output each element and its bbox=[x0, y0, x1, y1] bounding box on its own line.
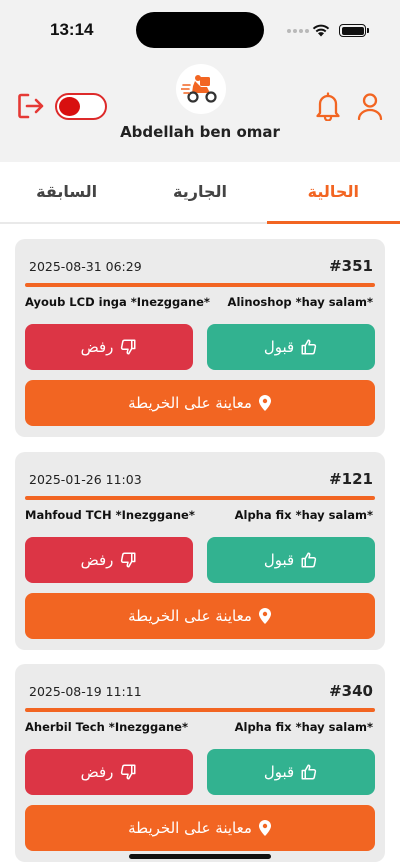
thumbs-up-icon bbox=[301, 339, 317, 355]
reject-label: رفض bbox=[80, 338, 114, 356]
tab-previous[interactable]: السابقة bbox=[0, 162, 133, 222]
view-on-map-button[interactable]: معاينة على الخريطة bbox=[25, 805, 375, 851]
order-id: #340 bbox=[329, 682, 373, 700]
map-label: معاينة على الخريطة bbox=[128, 607, 252, 625]
status-bar: 13:14 bbox=[0, 0, 400, 56]
reject-button[interactable]: رفض bbox=[25, 749, 193, 795]
thumbs-down-icon bbox=[121, 552, 136, 568]
card-divider bbox=[25, 283, 375, 287]
accept-label: قبول bbox=[263, 338, 295, 356]
dynamic-island bbox=[136, 12, 264, 48]
reject-button[interactable]: رفض bbox=[25, 537, 193, 583]
logout-icon[interactable] bbox=[16, 91, 46, 121]
reject-button[interactable]: رفض bbox=[25, 324, 193, 370]
username: Abdellah ben omar bbox=[120, 123, 280, 141]
pickup-location: Mahfoud TCH *Inezggane* bbox=[25, 508, 195, 522]
order-card: 2025-01-26 11:03 #121 Mahfoud TCH *Inezg… bbox=[15, 452, 385, 650]
view-on-map-button[interactable]: معاينة على الخريطة bbox=[25, 380, 375, 426]
dropoff-location: Alinoshop *hay salam* bbox=[227, 295, 373, 309]
bell-icon[interactable] bbox=[314, 91, 342, 121]
signal-icon bbox=[287, 29, 309, 33]
thumbs-up-icon bbox=[301, 764, 317, 780]
map-label: معاينة على الخريطة bbox=[128, 394, 252, 412]
home-indicator[interactable] bbox=[129, 854, 271, 859]
tab-current[interactable]: الحالية bbox=[266, 162, 400, 224]
order-date: 2025-01-26 11:03 bbox=[29, 472, 142, 487]
map-pin-icon bbox=[258, 820, 271, 836]
card-divider bbox=[25, 496, 375, 500]
accept-label: قبول bbox=[263, 551, 295, 569]
orders-list: 2025-08-31 06:29 #351 Ayoub LCD inga *In… bbox=[0, 224, 400, 867]
wifi-icon bbox=[312, 24, 330, 37]
toggle-knob bbox=[59, 97, 80, 116]
view-on-map-button[interactable]: معاينة على الخريطة bbox=[25, 593, 375, 639]
map-label: معاينة على الخريطة bbox=[128, 819, 252, 837]
order-card: 2025-08-31 06:29 #351 Ayoub LCD inga *In… bbox=[15, 239, 385, 437]
orders-tabs: السابقة الجارية الحالية bbox=[0, 162, 400, 224]
order-id: #351 bbox=[329, 257, 373, 275]
accept-button[interactable]: قبول bbox=[207, 537, 375, 583]
pickup-location: Aherbil Tech *Inezggane* bbox=[25, 720, 188, 734]
app-header: Abdellah ben omar bbox=[0, 56, 400, 162]
status-time: 13:14 bbox=[50, 20, 94, 39]
battery-icon bbox=[339, 24, 369, 37]
accept-label: قبول bbox=[263, 763, 295, 781]
dropoff-location: Alpha fix *hay salam* bbox=[234, 720, 373, 734]
user-icon[interactable] bbox=[356, 92, 384, 120]
accept-button[interactable]: قبول bbox=[207, 324, 375, 370]
map-pin-icon bbox=[258, 608, 271, 624]
card-divider bbox=[25, 708, 375, 712]
order-id: #121 bbox=[329, 470, 373, 488]
accept-button[interactable]: قبول bbox=[207, 749, 375, 795]
tab-ongoing[interactable]: الجارية bbox=[133, 162, 266, 222]
dropoff-location: Alpha fix *hay salam* bbox=[234, 508, 373, 522]
availability-toggle[interactable] bbox=[55, 93, 107, 120]
map-pin-icon bbox=[258, 395, 271, 411]
order-date: 2025-08-19 11:11 bbox=[29, 684, 142, 699]
thumbs-up-icon bbox=[301, 552, 317, 568]
scooter-icon bbox=[181, 75, 217, 103]
thumbs-down-icon bbox=[121, 764, 136, 780]
reject-label: رفض bbox=[80, 551, 114, 569]
reject-label: رفض bbox=[80, 763, 114, 781]
order-date: 2025-08-31 06:29 bbox=[29, 259, 142, 274]
pickup-location: Ayoub LCD inga *Inezggane* bbox=[25, 295, 210, 309]
delivery-scooter-logo bbox=[176, 64, 226, 114]
thumbs-down-icon bbox=[121, 339, 136, 355]
order-card: 2025-08-19 11:11 #340 Aherbil Tech *Inez… bbox=[15, 664, 385, 862]
